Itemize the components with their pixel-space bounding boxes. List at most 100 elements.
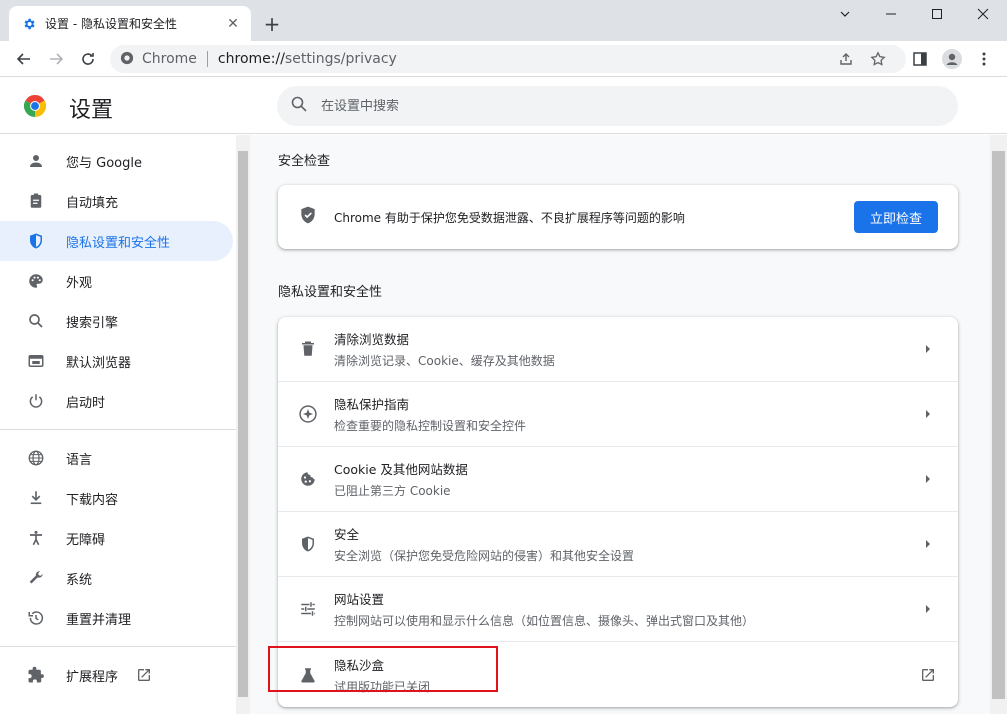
sidebar-scrollbar-thumb[interactable]	[238, 151, 248, 697]
main-scrollbar[interactable]	[990, 135, 1007, 714]
row-privacy-guide[interactable]: 隐私保护指南 检查重要的隐私控制设置和安全控件	[278, 382, 958, 447]
sidebar-item-reset[interactable]: 重置并清理	[0, 598, 233, 638]
sidebar-item-privacy[interactable]: 隐私设置和安全性	[0, 221, 233, 261]
compass-icon	[298, 404, 318, 424]
open-in-new-icon	[136, 667, 152, 683]
row-title: 清除浏览数据	[334, 332, 410, 347]
settings-header: 设置	[0, 78, 1007, 134]
sidebar-item-autofill[interactable]: 自动填充	[0, 181, 233, 221]
gear-icon	[21, 16, 37, 32]
forward-button[interactable]	[42, 45, 70, 73]
row-title: 安全	[334, 527, 360, 542]
sidebar-item-on-startup[interactable]: 启动时	[0, 381, 233, 421]
close-window-button[interactable]	[960, 0, 1006, 28]
sidebar-item-downloads[interactable]: 下载内容	[0, 478, 233, 518]
row-subtitle: 检查重要的隐私控制设置和安全控件	[334, 419, 527, 433]
sidebar-item-label: 外观	[66, 275, 93, 291]
sidebar-item-label: 无障碍	[66, 532, 106, 548]
safety-check-text: Chrome 有助于保护您免受数据泄露、不良扩展程序等问题的影响	[334, 210, 685, 225]
open-in-new-icon	[908, 667, 948, 683]
download-icon	[26, 488, 46, 508]
title-bar: 设置 - 隐私设置和安全性 ✕ +	[0, 0, 1007, 41]
shield-icon	[298, 534, 318, 554]
tab-close-icon[interactable]: ✕	[223, 14, 243, 34]
more-menu-icon[interactable]	[970, 45, 998, 73]
row-subtitle: 清除浏览记录、Cookie、缓存及其他数据	[334, 354, 555, 368]
omnibox-divider	[206, 51, 208, 67]
clipboard-icon	[26, 191, 46, 211]
accessibility-icon	[26, 528, 46, 548]
arrow-right-icon	[908, 604, 948, 614]
puzzle-icon	[26, 665, 46, 685]
url-text: chrome://settings/privacy	[217, 51, 397, 67]
sidebar-item-you-and-google[interactable]: 您与 Google	[0, 141, 233, 181]
arrow-right-icon	[908, 539, 948, 549]
globe-icon	[26, 448, 46, 468]
safety-check-card: Chrome 有助于保护您免受数据泄露、不良扩展程序等问题的影响 立即检查	[278, 185, 958, 249]
wrench-icon	[26, 568, 46, 588]
sidebar-item-label: 隐私设置和安全性	[66, 235, 171, 251]
browser-toolbar: Chrome chrome://settings/privacy	[0, 41, 1007, 77]
main-scrollbar-thumb[interactable]	[992, 151, 1005, 699]
row-title: 网站设置	[334, 592, 385, 607]
sidebar-item-accessibility[interactable]: 无障碍	[0, 518, 233, 558]
sidebar-item-extensions[interactable]: 扩展程序	[0, 655, 233, 695]
sidebar-item-label: 重置并清理	[66, 612, 132, 628]
sidebar-item-label: 启动时	[66, 395, 106, 411]
row-title: 隐私保护指南	[334, 397, 410, 412]
row-subtitle: 控制网站可以使用和显示什么信息（如位置信息、摄像头、弹出式窗口及其他）	[334, 614, 755, 628]
address-bar[interactable]: Chrome chrome://settings/privacy	[110, 45, 906, 73]
bookmark-star-icon[interactable]	[870, 51, 886, 71]
chrome-site-icon	[120, 50, 134, 69]
sidebar-divider	[0, 429, 236, 430]
sidebar: 您与 Google 自动填充 隐私设置和安全性 外观 搜索引擎 默认浏览器 启动…	[0, 135, 236, 714]
arrow-right-icon	[908, 409, 948, 419]
sidebar-item-default-browser[interactable]: 默认浏览器	[0, 341, 233, 381]
share-icon[interactable]	[838, 51, 854, 71]
search-input[interactable]	[321, 98, 821, 114]
trash-icon	[298, 339, 318, 359]
row-site-settings[interactable]: 网站设置 控制网站可以使用和显示什么信息（如位置信息、摄像头、弹出式窗口及其他）	[278, 577, 958, 642]
new-tab-button[interactable]: +	[260, 12, 284, 36]
side-panel-icon[interactable]	[906, 45, 934, 73]
sidebar-item-label: 下载内容	[66, 492, 119, 508]
minimize-button[interactable]	[868, 0, 914, 28]
main-content: 安全检查 Chrome 有助于保护您免受数据泄露、不良扩展程序等问题的影响 立即…	[250, 135, 990, 714]
safety-check-title: 安全检查	[278, 154, 331, 169]
sidebar-item-label: 自动填充	[66, 195, 119, 211]
cookie-icon	[298, 469, 318, 489]
search-icon	[291, 96, 307, 116]
shield-icon	[26, 231, 46, 251]
profile-avatar[interactable]	[938, 45, 966, 73]
palette-icon	[26, 271, 46, 291]
sidebar-item-languages[interactable]: 语言	[0, 438, 233, 478]
page-title: 设置	[69, 98, 114, 123]
shield-check-icon	[298, 205, 318, 229]
row-title: Cookie 及其他网站数据	[334, 462, 468, 477]
annotation-highlight-box	[268, 646, 498, 692]
power-icon	[26, 391, 46, 411]
sidebar-item-system[interactable]: 系统	[0, 558, 233, 598]
sidebar-item-label: 扩展程序	[66, 669, 119, 685]
sidebar-divider	[0, 646, 236, 647]
row-cookies[interactable]: Cookie 及其他网站数据 已阻止第三方 Cookie	[278, 447, 958, 512]
sidebar-scrollbar[interactable]	[236, 135, 250, 714]
sidebar-item-appearance[interactable]: 外观	[0, 261, 233, 301]
history-icon	[26, 608, 46, 628]
chrome-logo-icon	[23, 94, 47, 117]
reload-button[interactable]	[74, 45, 102, 73]
settings-search[interactable]	[277, 86, 958, 126]
tab-title: 设置 - 隐私设置和安全性	[45, 17, 177, 31]
sidebar-item-search-engine[interactable]: 搜索引擎	[0, 301, 233, 341]
tab-settings[interactable]: 设置 - 隐私设置和安全性 ✕	[9, 6, 251, 41]
check-now-button[interactable]: 立即检查	[854, 201, 938, 233]
browser-icon	[26, 351, 46, 371]
sidebar-item-label: 语言	[66, 452, 93, 468]
chevron-down-icon[interactable]	[822, 0, 868, 28]
back-button[interactable]	[10, 45, 38, 73]
restore-button[interactable]	[914, 0, 960, 28]
row-security[interactable]: 安全 安全浏览（保护您免受危险网站的侵害）和其他安全设置	[278, 512, 958, 577]
sidebar-item-label: 搜索引擎	[66, 315, 119, 331]
row-clear-browsing-data[interactable]: 清除浏览数据 清除浏览记录、Cookie、缓存及其他数据	[278, 317, 958, 382]
person-icon	[26, 151, 46, 171]
